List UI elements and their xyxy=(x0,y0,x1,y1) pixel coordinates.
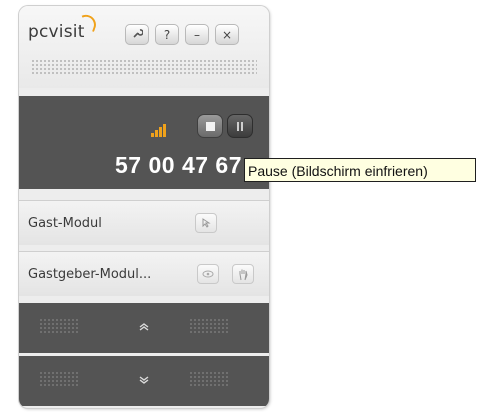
scroll-down-bar[interactable] xyxy=(19,356,269,406)
close-icon: × xyxy=(221,27,233,42)
question-icon: ? xyxy=(163,27,171,42)
pcvisit-panel: pcvisit ? – × 57 00 47 67 Gast-Modul Gas… xyxy=(19,6,269,408)
pause-button[interactable] xyxy=(227,114,253,138)
bar-dot-grid-left xyxy=(39,318,79,334)
signal-strength-icon xyxy=(151,123,171,137)
scroll-up-bar[interactable] xyxy=(19,303,269,353)
close-button[interactable]: × xyxy=(215,24,239,45)
chevron-down-icon[interactable] xyxy=(132,368,156,392)
bar-dot-grid-right xyxy=(189,318,229,334)
minimize-icon: – xyxy=(194,27,200,42)
guest-module-row[interactable]: Gast-Modul xyxy=(19,200,269,245)
stop-button[interactable] xyxy=(197,114,223,138)
chevron-up-icon[interactable] xyxy=(132,315,156,339)
header: pcvisit ? – × xyxy=(19,6,269,88)
eye-icon[interactable] xyxy=(197,264,219,284)
pause-tooltip: Pause (Bildschirm einfrieren) xyxy=(244,158,476,182)
bar-dot-grid-right xyxy=(189,371,229,387)
header-dot-grid xyxy=(31,59,257,75)
cursor-icon[interactable] xyxy=(195,213,217,233)
host-module-row[interactable]: Gastgeber-Modul... xyxy=(19,251,269,296)
host-module-label: Gastgeber-Modul... xyxy=(28,267,152,282)
hand-icon[interactable] xyxy=(232,264,254,284)
wrench-icon xyxy=(132,28,144,42)
session-id: 57 00 47 67 xyxy=(115,152,243,178)
help-button[interactable]: ? xyxy=(155,24,179,45)
guest-module-label: Gast-Modul xyxy=(28,216,102,231)
pause-icon xyxy=(237,121,243,131)
wrench-button[interactable] xyxy=(125,24,149,45)
bar-dot-grid-left xyxy=(39,371,79,387)
stop-icon xyxy=(205,121,215,131)
minimize-button[interactable]: – xyxy=(185,24,209,45)
